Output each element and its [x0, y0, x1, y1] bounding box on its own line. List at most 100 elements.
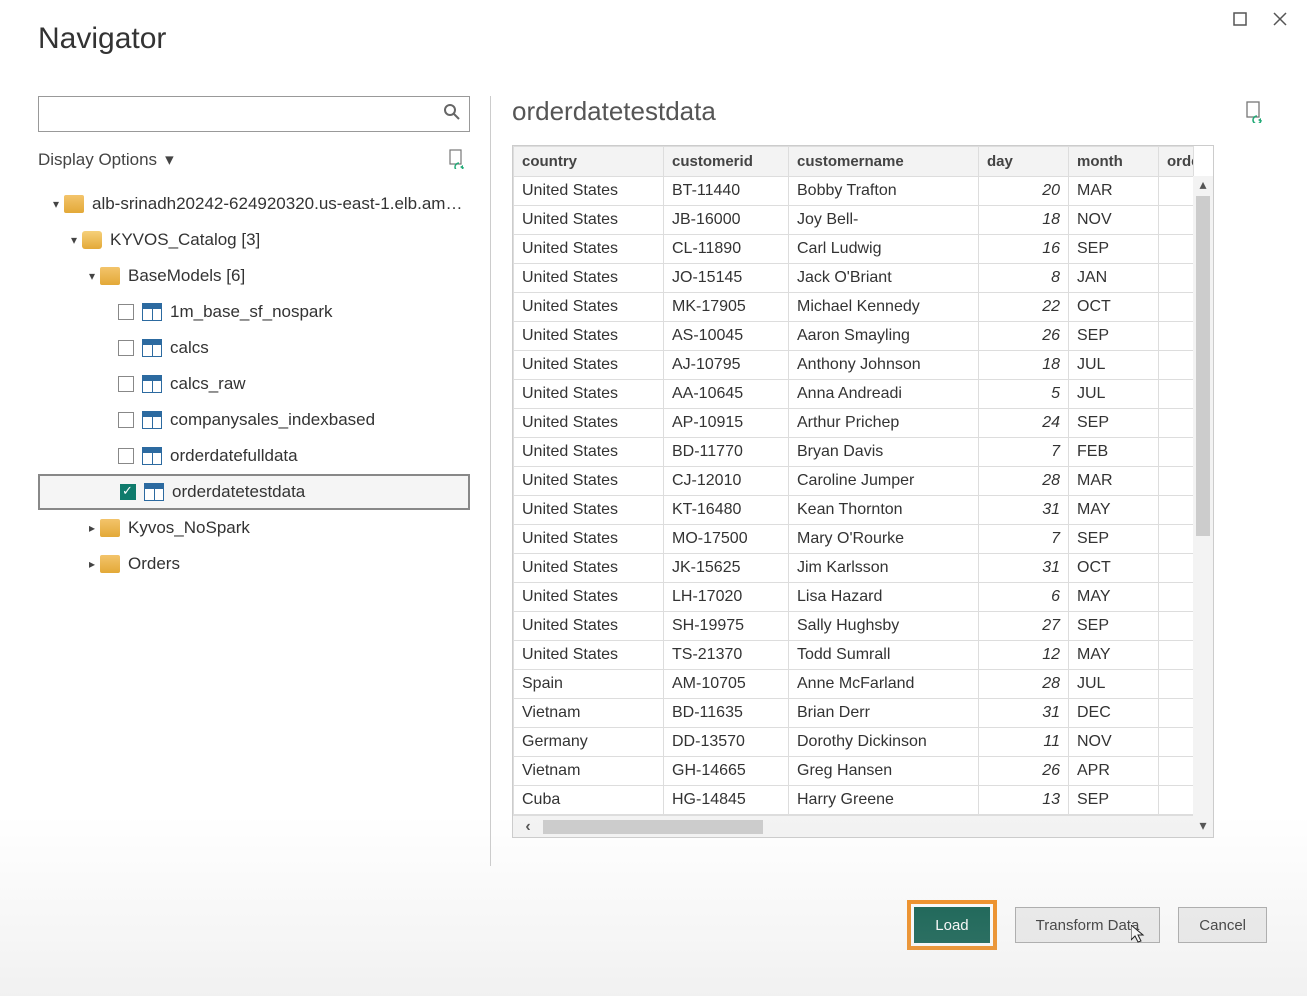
- navigator-tree: ▾ alb-srinadh20242-624920320.us-east-1.e…: [38, 186, 470, 582]
- tree-table-item[interactable]: calcs_raw: [38, 366, 470, 402]
- tree-basemodels[interactable]: ▾ BaseModels [6]: [38, 258, 470, 294]
- cell-day: 7: [979, 438, 1069, 467]
- cell-country: Germany: [514, 728, 664, 757]
- cell-customerid: DD-13570: [664, 728, 789, 757]
- cell-customername: Carl Ludwig: [789, 235, 979, 264]
- folder-icon: [100, 555, 120, 573]
- table-icon: [142, 411, 162, 429]
- refresh-preview-icon[interactable]: [1245, 101, 1267, 123]
- table-row[interactable]: United StatesLH-17020Lisa Hazard6MAY: [514, 583, 1194, 612]
- table-row[interactable]: VietnamBD-11635Brian Derr31DEC: [514, 699, 1194, 728]
- hscroll-thumb[interactable]: [543, 820, 763, 834]
- tree-table-item[interactable]: companysales_indexbased: [38, 402, 470, 438]
- display-options-dropdown[interactable]: Display Options ▾: [38, 150, 174, 170]
- table-row[interactable]: United StatesCL-11890Carl Ludwig16SEP: [514, 235, 1194, 264]
- table-row[interactable]: United StatesAP-10915Arthur Prichep24SEP: [514, 409, 1194, 438]
- checkbox[interactable]: [118, 376, 134, 392]
- vscroll-thumb[interactable]: [1196, 196, 1210, 536]
- table-row[interactable]: VietnamGH-14665Greg Hansen26APR: [514, 757, 1194, 786]
- table-row[interactable]: United StatesMK-17905Michael Kennedy22OC…: [514, 293, 1194, 322]
- cell-country: United States: [514, 293, 664, 322]
- cell-country: United States: [514, 467, 664, 496]
- tree-table-item[interactable]: calcs: [38, 330, 470, 366]
- table-row[interactable]: United StatesMO-17500Mary O'Rourke7SEP: [514, 525, 1194, 554]
- tree-table-item[interactable]: 1m_base_sf_nospark: [38, 294, 470, 330]
- table-row[interactable]: United StatesKT-16480Kean Thornton31MAY: [514, 496, 1194, 525]
- col-header-customername[interactable]: customername: [789, 147, 979, 177]
- pane-divider: [490, 96, 491, 866]
- tree-folder-item[interactable]: ▸Kyvos_NoSpark: [38, 510, 470, 546]
- tree-folder-item[interactable]: ▸Orders: [38, 546, 470, 582]
- cell-customername: Michael Kennedy: [789, 293, 979, 322]
- table-row[interactable]: United StatesSH-19975Sally Hughsby27SEP: [514, 612, 1194, 641]
- close-button[interactable]: [1269, 8, 1291, 30]
- table-row[interactable]: CubaHG-14845Harry Greene13SEP: [514, 786, 1194, 815]
- tree-table-item[interactable]: orderdatetestdata: [38, 474, 470, 510]
- table-row[interactable]: United StatesAJ-10795Anthony Johnson18JU…: [514, 351, 1194, 380]
- cell-country: United States: [514, 206, 664, 235]
- cell-customername: Brian Derr: [789, 699, 979, 728]
- table-row[interactable]: United StatesJK-15625Jim Karlsson31OCT: [514, 554, 1194, 583]
- preview-table: country customerid customername day mont…: [513, 146, 1194, 815]
- table-row[interactable]: United StatesBT-11440Bobby Trafton20MAR: [514, 177, 1194, 206]
- scroll-down-icon[interactable]: ▾: [1199, 817, 1206, 837]
- checkbox[interactable]: [118, 412, 134, 428]
- table-row[interactable]: GermanyDD-13570Dorothy Dickinson11NOV: [514, 728, 1194, 757]
- table-row[interactable]: United StatesAA-10645Anna Andreadi5JUL: [514, 380, 1194, 409]
- refresh-tree-icon[interactable]: [448, 149, 470, 171]
- table-row[interactable]: United StatesBD-11770Bryan Davis7FEB: [514, 438, 1194, 467]
- col-header-country[interactable]: country: [514, 147, 664, 177]
- search-box[interactable]: [38, 96, 470, 132]
- col-header-customerid[interactable]: customerid: [664, 147, 789, 177]
- cell-order: [1159, 235, 1194, 264]
- cell-country: United States: [514, 322, 664, 351]
- cell-day: 22: [979, 293, 1069, 322]
- load-button[interactable]: Load: [914, 907, 989, 943]
- maximize-button[interactable]: [1229, 8, 1251, 30]
- search-icon[interactable]: [443, 103, 461, 126]
- table-row[interactable]: United StatesJB-16000Joy Bell-18NOV: [514, 206, 1194, 235]
- cell-day: 31: [979, 554, 1069, 583]
- transform-data-button[interactable]: Transform Data: [1015, 907, 1161, 943]
- scroll-left-icon[interactable]: ‹: [513, 818, 543, 836]
- checkbox[interactable]: [118, 304, 134, 320]
- checkbox[interactable]: [120, 484, 136, 500]
- cell-day: 26: [979, 757, 1069, 786]
- table-row[interactable]: United StatesAS-10045Aaron Smayling26SEP: [514, 322, 1194, 351]
- cell-month: OCT: [1069, 554, 1159, 583]
- col-header-order[interactable]: order: [1159, 147, 1194, 177]
- cancel-button[interactable]: Cancel: [1178, 907, 1267, 943]
- cell-customerid: JO-15145: [664, 264, 789, 293]
- cell-month: MAR: [1069, 467, 1159, 496]
- scroll-up-icon[interactable]: ▴: [1199, 176, 1206, 196]
- cell-day: 26: [979, 322, 1069, 351]
- cell-month: MAY: [1069, 583, 1159, 612]
- vertical-scrollbar[interactable]: ▴ ▾: [1193, 176, 1213, 837]
- cell-customerid: MK-17905: [664, 293, 789, 322]
- table-row[interactable]: United StatesCJ-12010Caroline Jumper28MA…: [514, 467, 1194, 496]
- cell-country: United States: [514, 409, 664, 438]
- search-input[interactable]: [39, 97, 429, 131]
- cell-order: [1159, 496, 1194, 525]
- cell-customerid: MO-17500: [664, 525, 789, 554]
- cell-customername: Bryan Davis: [789, 438, 979, 467]
- col-header-month[interactable]: month: [1069, 147, 1159, 177]
- cell-month: SEP: [1069, 409, 1159, 438]
- table-row[interactable]: SpainAM-10705Anne McFarland28JUL: [514, 670, 1194, 699]
- table-row[interactable]: United StatesTS-21370Todd Sumrall12MAY: [514, 641, 1194, 670]
- cell-month: JUL: [1069, 351, 1159, 380]
- dialog-title: Navigator: [38, 22, 166, 56]
- tree-root[interactable]: ▾ alb-srinadh20242-624920320.us-east-1.e…: [38, 186, 470, 222]
- tree-table-label: calcs_raw: [170, 374, 246, 394]
- tree-catalog[interactable]: ▾ KYVOS_Catalog [3]: [38, 222, 470, 258]
- tree-table-item[interactable]: orderdatefulldata: [38, 438, 470, 474]
- tree-folder-label: Kyvos_NoSpark: [128, 518, 250, 538]
- checkbox[interactable]: [118, 340, 134, 356]
- checkbox[interactable]: [118, 448, 134, 464]
- col-header-day[interactable]: day: [979, 147, 1069, 177]
- cell-month: DEC: [1069, 699, 1159, 728]
- folder-icon: [100, 267, 120, 285]
- cell-customername: Sally Hughsby: [789, 612, 979, 641]
- table-row[interactable]: United StatesJO-15145Jack O'Briant8JAN: [514, 264, 1194, 293]
- horizontal-scrollbar[interactable]: ‹ ›: [513, 815, 1213, 837]
